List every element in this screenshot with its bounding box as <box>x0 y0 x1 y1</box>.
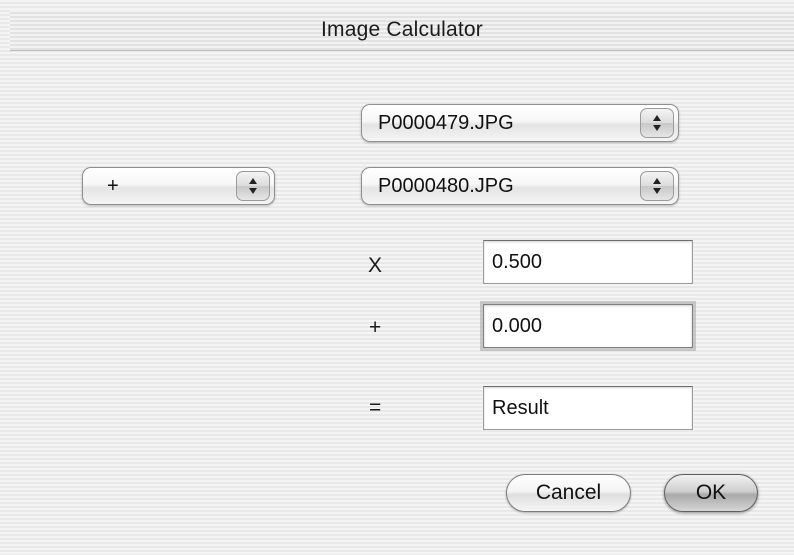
image2-popup-value: P0000480.JPG <box>378 175 514 197</box>
operation-popup-value: + <box>107 175 119 197</box>
image2-popup[interactable]: P0000480.JPG <box>361 167 679 205</box>
multiply-input[interactable] <box>483 240 693 284</box>
image1-popup-value: P0000479.JPG <box>378 112 514 134</box>
up-down-arrows-icon <box>640 108 674 138</box>
up-down-arrows-icon <box>236 171 270 201</box>
image-calculator-dialog: Image Calculator + P0000479.JPG P0000480… <box>0 0 794 555</box>
multiply-label: X <box>368 254 383 277</box>
up-down-arrows-icon <box>640 171 674 201</box>
result-label: = <box>369 396 382 419</box>
result-input[interactable] <box>483 386 693 430</box>
cancel-button[interactable]: Cancel <box>506 474 631 512</box>
ok-button[interactable]: OK <box>664 474 758 512</box>
title-bar[interactable]: Image Calculator <box>10 10 794 51</box>
add-input[interactable] <box>483 304 693 348</box>
window-title: Image Calculator <box>321 18 483 41</box>
image1-popup[interactable]: P0000479.JPG <box>361 104 679 142</box>
operation-popup[interactable]: + <box>82 167 275 205</box>
add-label: + <box>369 316 382 339</box>
